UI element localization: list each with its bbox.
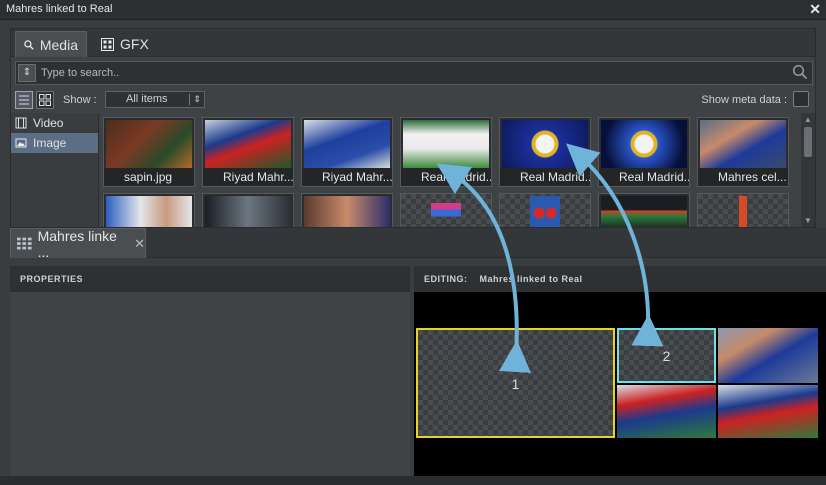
slot-number: 2 (662, 348, 671, 364)
gfx-icon (101, 37, 114, 51)
tab-gfx[interactable]: GFX (93, 31, 163, 57)
editing-label: EDITING: (424, 274, 468, 284)
category-list: Video Image (11, 113, 99, 227)
layout-slot-5[interactable] (718, 385, 818, 438)
thumbnail-image (431, 196, 461, 227)
thumbnail-image (304, 120, 390, 168)
tab-mahres-linked[interactable]: Mahres linke ... ✕ (10, 227, 146, 260)
media-tile[interactable] (400, 193, 492, 227)
close-tab-icon[interactable]: ✕ (134, 236, 145, 252)
category-image[interactable]: Image (11, 133, 98, 153)
search-icon[interactable] (792, 64, 808, 80)
image-icon (15, 138, 27, 148)
media-tile[interactable] (499, 193, 591, 227)
media-tile[interactable]: Mahres cel... (697, 117, 789, 187)
media-tile-label: sapin.jpg (104, 168, 194, 186)
search-input[interactable]: Type to search.. (41, 67, 119, 79)
show-filter-value: All items (126, 93, 168, 105)
meta-data-label: Show meta data : (701, 94, 787, 106)
window-title: Mahres linked to Real (6, 3, 113, 15)
grid-view-icon (39, 94, 51, 106)
layout-slot-4[interactable] (617, 385, 716, 438)
layout-slot-1[interactable]: 1 (416, 328, 615, 438)
thumbnail-image (205, 196, 291, 227)
category-image-label: Image (33, 136, 67, 150)
show-filter-select[interactable]: All items ⇕ (105, 91, 205, 108)
list-view-icon (19, 95, 29, 105)
thumbnail-image (304, 196, 390, 227)
category-video[interactable]: Video (11, 113, 98, 133)
media-scrollbar[interactable]: ▲ ▼ (801, 113, 815, 227)
media-panel: Media GFX ⇕ Type to search.. Show : All … (10, 28, 816, 228)
tab-mahres-linked-label: Mahres linke ... (37, 227, 117, 260)
media-tile[interactable] (103, 193, 195, 227)
media-tile-label: Real Madrid... (401, 168, 491, 186)
scrollbar-thumb[interactable] (804, 127, 812, 157)
media-tile-label: Real Madrid... (599, 168, 689, 186)
tab-media-label: Media (39, 36, 78, 53)
properties-header: PROPERTIES (10, 266, 410, 292)
close-icon[interactable]: ✕ (809, 1, 821, 18)
media-tile[interactable] (202, 193, 294, 227)
media-tile-label: Riyad Mahr... (302, 168, 392, 186)
thumbnail-image (502, 120, 588, 168)
layout-grid-icon (17, 237, 32, 249)
thumbnail-image (530, 196, 560, 227)
chevron-updown-icon: ⇕ (193, 94, 201, 104)
media-tile-label: Mahres cel... (698, 168, 788, 186)
media-tile[interactable]: sapin.jpg (103, 117, 195, 187)
editor-header: EDITING: Mahres linked to Real (414, 266, 826, 292)
tab-gfx-label: GFX (120, 36, 149, 52)
title-bar: Mahres linked to Real ✕ (0, 0, 826, 20)
grid-view-button[interactable] (36, 91, 54, 109)
media-tile[interactable]: Real Madrid... (400, 117, 492, 187)
properties-panel: PROPERTIES (10, 266, 410, 485)
thumbnail-image (601, 120, 687, 168)
media-tile-label: Real Madrid... (500, 168, 590, 186)
scroll-up-icon[interactable]: ▲ (804, 115, 812, 124)
media-tile[interactable] (697, 193, 789, 227)
thumbnail-image (106, 120, 192, 168)
list-view-button[interactable] (15, 91, 33, 109)
editing-name: Mahres linked to Real (479, 274, 583, 284)
scroll-down-icon[interactable]: ▼ (804, 216, 812, 225)
layout-slot-2[interactable]: 2 (617, 328, 716, 383)
layout-slot-3[interactable] (718, 328, 818, 383)
thumbnail-image (601, 196, 687, 227)
media-tile[interactable] (301, 193, 393, 227)
sort-toggle-button[interactable]: ⇕ (18, 64, 36, 82)
thumbnail-image (106, 196, 192, 227)
select-separator (189, 94, 190, 105)
document-tab-bar: Mahres linke ... ✕ (10, 227, 826, 260)
thumbnail-image (700, 120, 786, 168)
search-bar: ⇕ Type to search.. (15, 61, 813, 85)
media-tile[interactable]: Riyad Mahr... (301, 117, 393, 187)
media-tile[interactable]: Real Madrid... (499, 117, 591, 187)
slot-number: 1 (511, 376, 520, 392)
tab-media[interactable]: Media (15, 31, 87, 57)
thumbnail-image (205, 120, 291, 168)
media-tile[interactable]: Real Madrid... (598, 117, 690, 187)
search-icon (24, 39, 34, 50)
media-grid: sapin.jpg Riyad Mahr... Riyad Mahr... Re… (103, 117, 793, 227)
show-label: Show : (63, 94, 97, 106)
media-tile[interactable]: Riyad Mahr... (202, 117, 294, 187)
category-video-label: Video (33, 116, 64, 130)
media-tile-label: Riyad Mahr... (203, 168, 293, 186)
filter-row: Show : All items ⇕ Show meta data : (15, 89, 813, 111)
media-tile[interactable] (598, 193, 690, 227)
media-tabs: Media GFX (11, 29, 815, 57)
film-icon (15, 117, 27, 129)
status-bar (0, 476, 826, 485)
meta-data-checkbox[interactable] (793, 91, 809, 107)
thumbnail-image (723, 196, 763, 227)
editor-panel: EDITING: Mahres linked to Real 1 2 (414, 266, 826, 476)
thumbnail-image (403, 120, 489, 168)
